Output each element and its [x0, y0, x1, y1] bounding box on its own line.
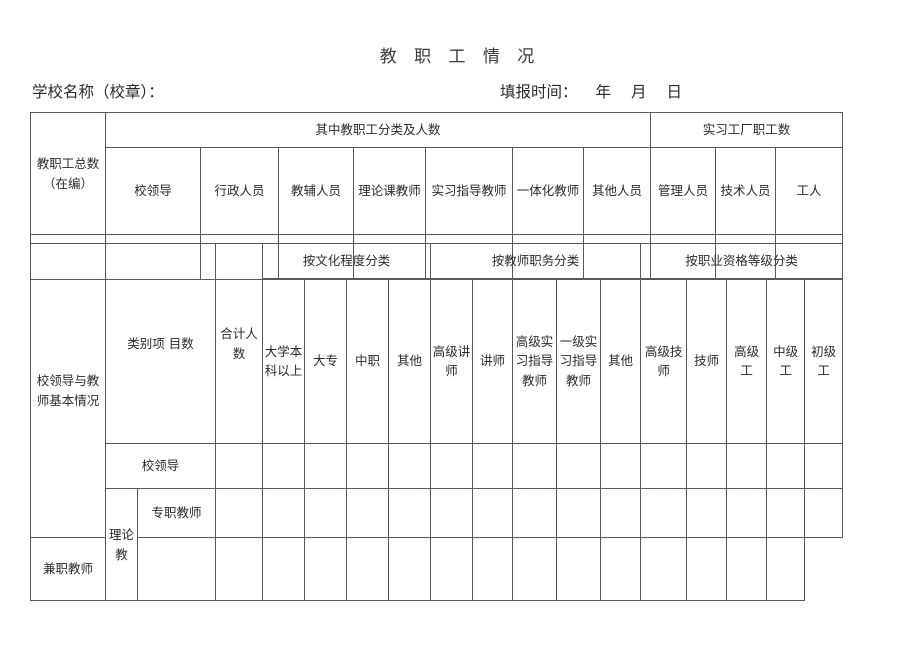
cell-value[interactable] — [726, 537, 768, 601]
cell-value[interactable] — [215, 488, 264, 538]
group-header-by-qualification: 按职业资格等级分类 — [640, 243, 844, 279]
column-header-level-one-internship-instructor: 一级实习指导教师 — [556, 278, 602, 444]
row-label-part-time-teacher: 兼职教师 — [30, 537, 106, 601]
cell-value[interactable] — [726, 443, 768, 489]
column-header-junior-college: 大专 — [304, 278, 348, 444]
cell-value[interactable] — [215, 443, 264, 489]
cell-value[interactable] — [472, 443, 514, 489]
row-group-label-theory-teaching: 理论教 — [105, 488, 138, 601]
column-header-senior-lecturer: 高级讲师 — [430, 278, 474, 444]
column-header-senior-worker: 高级工 — [726, 278, 768, 444]
cell-value[interactable] — [304, 537, 348, 601]
cell-value[interactable] — [262, 488, 306, 538]
cell-value[interactable] — [388, 488, 432, 538]
cell-value[interactable] — [512, 488, 558, 538]
cell-value[interactable] — [804, 443, 844, 489]
group-header-factory-staff: 实习工厂职工数 — [650, 112, 844, 148]
table-row-group-headers: 教职工总数（在编） 其中教职工分类及人数 实习工厂职工数 — [30, 112, 844, 235]
cell-value[interactable] — [388, 537, 432, 601]
report-date-group: 填报时间： 年 月 日 — [500, 80, 692, 102]
group-header-by-duty: 按教师职务分类 — [430, 243, 642, 279]
table-row-group-headers: 校领导与教师基本情况 类别项 目数 合计人数 按文化程度分类 按教师职务分类 按… — [30, 243, 844, 538]
cell-value[interactable] — [512, 537, 558, 601]
column-header-other-staff: 其他人员 — [582, 147, 652, 235]
date-month-unit: 月 — [631, 83, 647, 101]
cell-value[interactable] — [686, 537, 728, 601]
cell-value[interactable] — [600, 488, 642, 538]
date-year-unit: 年 — [595, 83, 612, 101]
cell-value[interactable] — [686, 443, 728, 489]
column-header-lecturer: 讲师 — [472, 278, 514, 444]
column-header-integrated-teacher: 一体化教师 — [512, 147, 584, 235]
row-label-full-time-teacher: 专职教师 — [136, 488, 217, 538]
cell-value[interactable] — [640, 488, 688, 538]
cell-value[interactable] — [472, 537, 514, 601]
cell-value[interactable] — [388, 443, 432, 489]
cell-value[interactable] — [556, 443, 602, 489]
cell-value[interactable] — [726, 488, 768, 538]
row-label-school-leader: 校领导 — [104, 443, 217, 489]
leader-teacher-table: 校领导与教师基本情况 类别项 目数 合计人数 按文化程度分类 按教师职务分类 按… — [30, 243, 844, 601]
cell-value[interactable] — [766, 488, 806, 538]
column-header-duty-other: 其他 — [600, 278, 642, 444]
form-meta-row: 学校名称（校章）： 填报时间： 年 月 日 — [32, 80, 888, 104]
cell-value[interactable] — [640, 443, 688, 489]
column-header-factory-management: 管理人员 — [650, 147, 717, 235]
group-header-staff-classification: 其中教职工分类及人数 — [104, 112, 652, 148]
column-header-teaching-assistant: 教辅人员 — [278, 147, 354, 235]
column-header-technician: 技师 — [686, 278, 728, 444]
cell-value[interactable] — [304, 488, 348, 538]
column-header-bachelor-above: 大学本科以上 — [262, 278, 306, 444]
cell-value[interactable] — [304, 443, 348, 489]
school-name-label: 学校名称（校章）： — [32, 83, 164, 101]
section-label-leader-teacher: 校领导与教师基本情况 — [30, 243, 106, 538]
page-title: 教 职 工 情 况 — [379, 47, 541, 67]
table-row: 兼职教师 — [30, 537, 843, 601]
cell-value[interactable] — [512, 443, 558, 489]
cell-value[interactable] — [640, 537, 688, 601]
column-header-secondary-vocational: 中职 — [346, 278, 390, 444]
cell-value[interactable] — [346, 443, 390, 489]
column-header-intermediate-worker: 中级工 — [766, 278, 806, 444]
column-header-internship-instructor: 实习指导教师 — [425, 147, 513, 235]
cell-value[interactable] — [686, 488, 728, 538]
column-header-administrative: 行政人员 — [200, 147, 279, 235]
column-header-factory-worker: 工人 — [775, 147, 844, 235]
cell-value[interactable] — [346, 488, 390, 538]
category-item-label: 类别项 目数 — [104, 243, 217, 444]
column-header-total-count: 合计人数 — [215, 243, 264, 444]
column-header-senior-technician: 高级技师 — [640, 278, 688, 444]
column-header-theory-teacher: 理论课教师 — [353, 147, 426, 235]
column-header-junior-worker: 初级工 — [804, 278, 844, 444]
cell-value[interactable] — [215, 537, 264, 601]
cell-value[interactable] — [262, 537, 306, 601]
date-day-unit: 日 — [666, 83, 683, 101]
staff-total-row-label: 教职工总数（在编） — [30, 112, 106, 235]
cell-value[interactable] — [136, 537, 217, 601]
cell-value[interactable] — [766, 537, 806, 601]
cell-value[interactable] — [430, 443, 474, 489]
cell-value[interactable] — [556, 537, 602, 601]
report-date-label: 填报时间： — [500, 83, 578, 101]
table-row-column-headers: 校领导 行政人员 教辅人员 理论课教师 实习指导教师 一体化教师 其他人员 管理… — [31, 147, 844, 235]
group-header-by-education: 按文化程度分类 — [262, 243, 432, 279]
column-header-school-leader: 校领导 — [105, 147, 201, 235]
cell-value[interactable] — [600, 537, 642, 601]
cell-value[interactable] — [472, 488, 514, 538]
cell-value[interactable] — [556, 488, 602, 538]
column-header-factory-technician: 技术人员 — [715, 147, 777, 235]
table-row: 理论教 专职教师 — [31, 488, 844, 601]
cell-value[interactable] — [804, 488, 844, 538]
cell-value[interactable] — [430, 537, 474, 601]
cell-value[interactable] — [262, 443, 306, 489]
document-page: 教 职 工 情 况 学校名称（校章）： 填报时间： 年 月 日 教职工总数（在编） 其… — [0, 0, 920, 651]
column-header-education-other: 其他 — [388, 278, 432, 444]
cell-value[interactable] — [600, 443, 642, 489]
cell-value[interactable] — [430, 488, 474, 538]
cell-value[interactable] — [766, 443, 806, 489]
cell-value[interactable] — [346, 537, 390, 601]
column-header-senior-internship-instructor: 高级实习指导教师 — [512, 278, 558, 444]
table-row: 校领导 — [31, 443, 844, 489]
